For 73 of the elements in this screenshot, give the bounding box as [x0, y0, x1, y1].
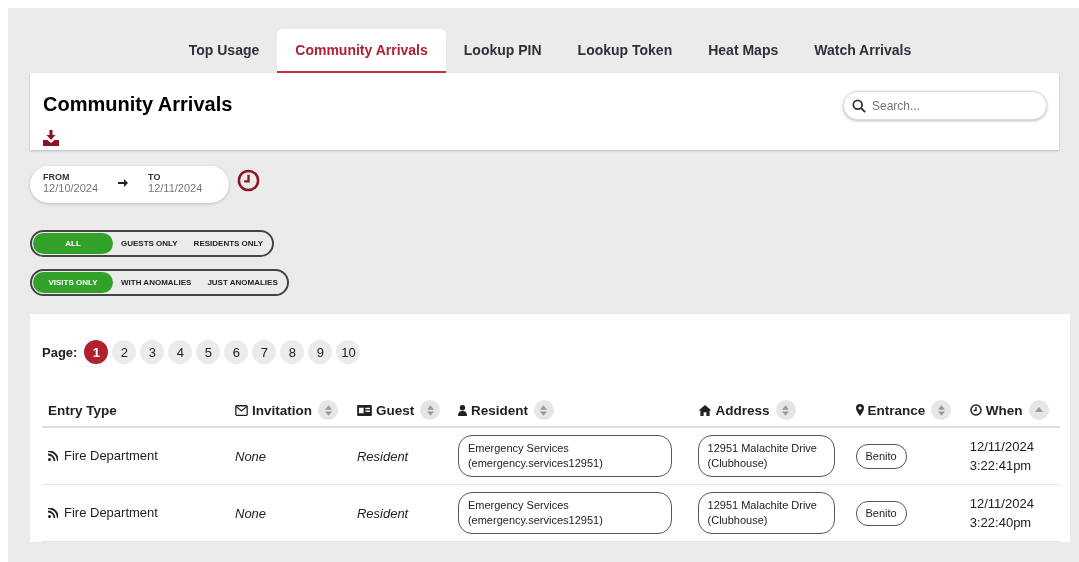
sort-button[interactable]: [318, 400, 338, 420]
tab[interactable]: Lookup Token: [559, 29, 691, 73]
rss-feed-icon: [48, 507, 58, 518]
to-date: 12/11/2024: [148, 182, 203, 194]
sort-button[interactable]: [1028, 400, 1049, 420]
table-cell: Fire Department: [64, 448, 158, 464]
page-button[interactable]: 3: [140, 340, 165, 364]
page-button[interactable]: 6: [224, 340, 249, 364]
sort-arrows-icon: [426, 404, 434, 416]
entrance-chip[interactable]: Benito: [855, 500, 907, 526]
column-header: Guest: [375, 402, 415, 418]
filter-option[interactable]: RESIDENTS ONLY: [185, 233, 272, 254]
table-cell: Fire Department: [64, 505, 158, 521]
column-header: Resident: [470, 402, 528, 418]
page-title: Community Arrivals: [43, 93, 233, 116]
sort-arrows-icon: [540, 404, 548, 416]
sort-arrows-icon: [782, 404, 790, 416]
user-icon: [457, 404, 467, 416]
tab[interactable]: Community Arrivals: [277, 29, 446, 73]
page-button[interactable]: 4: [168, 340, 193, 364]
column-header: Invitation: [252, 402, 312, 418]
page-button[interactable]: 2: [112, 340, 137, 364]
sort-button[interactable]: [420, 400, 441, 420]
sort-arrows-icon: [937, 404, 945, 416]
filter-option[interactable]: WITH ANOMALIES: [113, 272, 200, 293]
clock-icon: [969, 404, 982, 416]
sort-button[interactable]: [931, 400, 952, 420]
search-field[interactable]: Search...: [843, 91, 1047, 120]
search-icon: [852, 99, 866, 113]
filter-option[interactable]: GUESTS ONLY: [113, 233, 186, 254]
page-button[interactable]: 5: [196, 340, 221, 364]
from-date: 12/10/2024: [43, 182, 99, 194]
table-cell: Resident: [356, 448, 409, 464]
entrance-chip[interactable]: Benito: [855, 443, 907, 469]
column-header: Address: [715, 402, 770, 418]
home-icon: [697, 404, 712, 416]
table-cell: Resident: [356, 505, 409, 521]
to-label: TO: [148, 172, 162, 182]
column-header: Entrance: [867, 402, 926, 418]
address-chip[interactable]: 12951 Malachite Drive (Clubhouse): [697, 435, 835, 477]
id-card-icon: [356, 404, 372, 416]
tab[interactable]: Watch Arrivals: [796, 29, 930, 73]
tab[interactable]: Top Usage: [170, 29, 278, 73]
resident-chip[interactable]: Emergency Services (emergency.services12951): [457, 492, 672, 534]
arrow-right-icon: [118, 178, 129, 188]
column-header: Entry Type: [48, 402, 117, 418]
timestamp: 12/11/2024 3:22:40pm: [969, 495, 1034, 532]
resident-chip[interactable]: Emergency Services (emergency.services12951): [457, 435, 672, 477]
page-button[interactable]: 7: [252, 340, 277, 364]
page-button[interactable]: 1: [84, 340, 109, 364]
sort-button[interactable]: [533, 400, 554, 420]
table-cell: None: [235, 448, 267, 464]
sort-button[interactable]: [775, 400, 796, 420]
column-header: When: [985, 402, 1023, 418]
page-label: Page:: [42, 344, 78, 360]
date-range-picker[interactable]: FROM 12/10/2024 TO 12/11/2024: [30, 166, 230, 203]
table-cell: None: [235, 505, 267, 521]
envelope-icon: [235, 404, 248, 416]
rss-feed-icon: [48, 450, 58, 461]
map-pin-icon: [855, 404, 864, 416]
sort-up-icon: [1034, 407, 1043, 413]
page-button[interactable]: 10: [336, 340, 361, 364]
download-icon[interactable]: [43, 130, 59, 146]
tab[interactable]: Heat Maps: [690, 29, 797, 73]
from-label: FROM: [43, 172, 71, 182]
clock-icon[interactable]: [237, 169, 261, 192]
sort-arrows-icon: [324, 404, 332, 416]
tab[interactable]: Lookup PIN: [445, 29, 560, 73]
filter-option[interactable]: JUST ANOMALIES: [199, 272, 286, 293]
page-button[interactable]: 9: [308, 340, 333, 364]
page-button[interactable]: 8: [280, 340, 305, 364]
address-chip[interactable]: 12951 Malachite Drive (Clubhouse): [697, 492, 835, 534]
timestamp: 12/11/2024 3:22:41pm: [969, 438, 1034, 475]
